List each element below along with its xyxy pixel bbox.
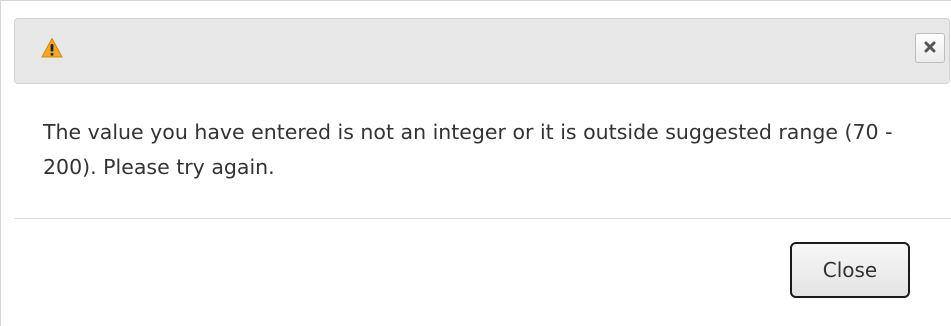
close-icon: [923, 39, 937, 58]
dialog-divider: [14, 218, 951, 219]
dialog-close-x-button[interactable]: [915, 33, 945, 63]
dialog-titlebar: [14, 18, 950, 84]
dialog-message: The value you have entered is not an int…: [43, 120, 893, 179]
close-button[interactable]: Close: [790, 242, 910, 298]
alert-dialog: The value you have entered is not an int…: [0, 0, 951, 326]
warning-icon: [41, 37, 63, 59]
